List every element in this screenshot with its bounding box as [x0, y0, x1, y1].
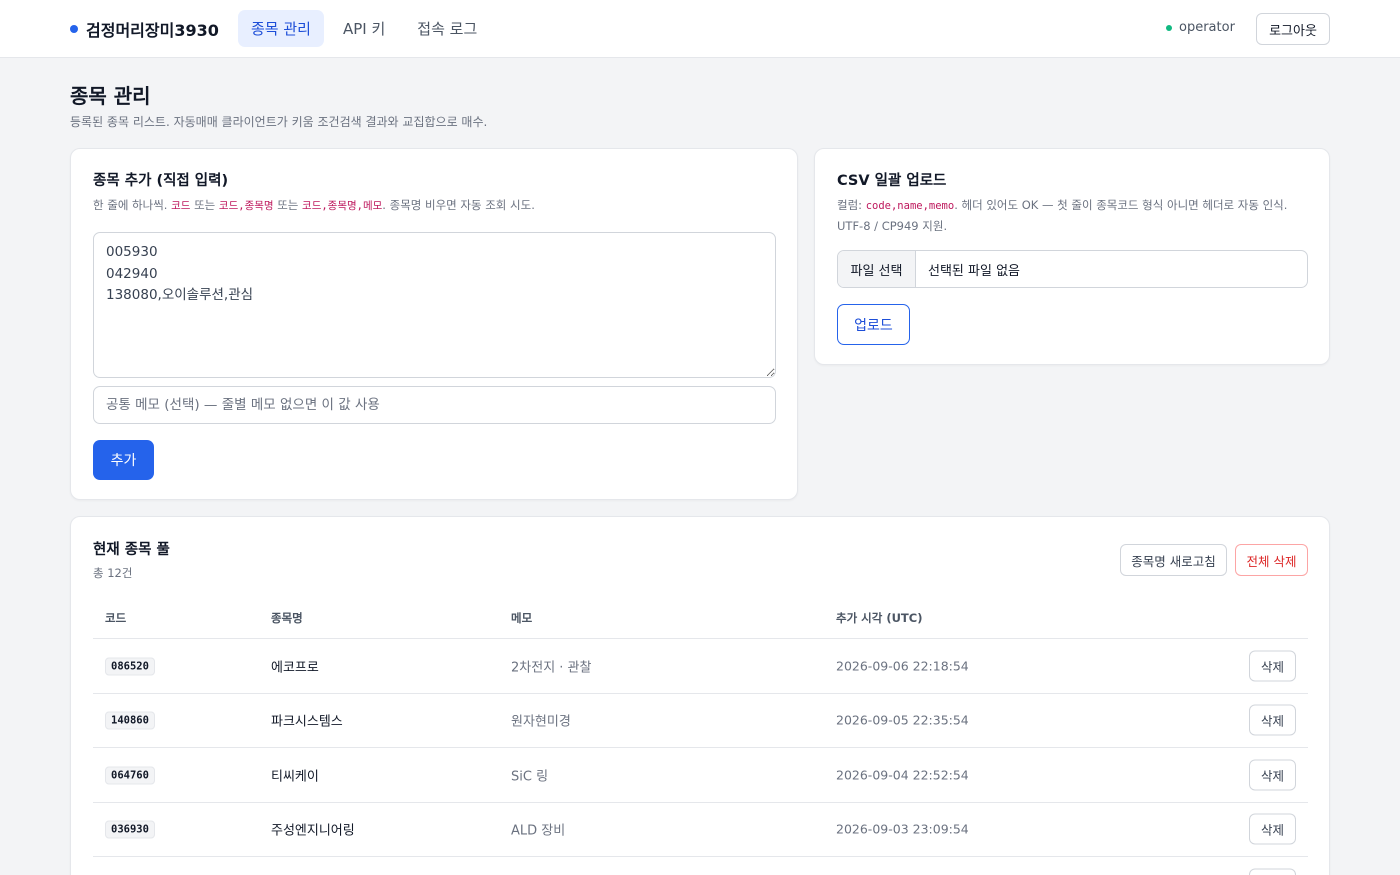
stock-name: 파크시스템스: [271, 714, 343, 730]
code-cell: 086520: [105, 657, 155, 676]
user-name: operator: [1179, 20, 1235, 35]
added-time: 2026-09-05 22:35:54: [836, 712, 969, 728]
tab-access-log[interactable]: 접속 로그: [404, 10, 490, 47]
delete-all-button[interactable]: 전체 삭제: [1235, 544, 1308, 576]
column-header-memo: 메모: [511, 611, 533, 625]
help-format-code-name: 코드,종목명: [218, 200, 274, 212]
delete-row-button[interactable]: [1249, 868, 1296, 875]
delete-row-button[interactable]: 삭제: [1249, 704, 1296, 736]
added-time: 2026-09-04 22:52:54: [836, 767, 969, 783]
codes-textarea[interactable]: 005930 042940 138080,오이솔루션,관심: [93, 232, 776, 378]
stock-code: 140860: [105, 711, 155, 730]
upload-button[interactable]: 업로드: [837, 304, 910, 345]
code-cell: 036930: [105, 820, 155, 839]
tab-api-keys[interactable]: API 키: [330, 10, 398, 47]
tab-stock-management[interactable]: 종목 관리: [238, 10, 324, 47]
brand-name: 검정머리장미3930: [86, 21, 219, 40]
added-time: 2026-09-03 23:09:54: [836, 821, 969, 837]
main-nav: 종목 관리 API 키 접속 로그: [238, 10, 490, 47]
online-status-icon: [1166, 24, 1172, 31]
help-format-code: 코드: [171, 200, 191, 212]
add-card-title: 종목 추가 (직접 입력): [93, 173, 229, 189]
help-format-code-name-memo: 코드,종목명,메모: [302, 200, 383, 212]
stock-memo: ALD 장비: [511, 823, 566, 839]
delete-row-button[interactable]: 삭제: [1249, 650, 1296, 682]
stock-pool-card: 현재 종목 풀 총 12건 종목명 새로고침 전체 삭제 코드 종목명 메모 추…: [70, 516, 1330, 875]
add-card-help: 한 줄에 하나씩. 코드 또는 코드,종목명 또는 코드,종목명,메모. 종목명…: [93, 195, 535, 216]
page-subtitle: 등록된 종목 리스트. 자동매매 클라이언트가 키움 조건검색 결과와 교집합으…: [70, 115, 488, 129]
stock-name: 주성엔지니어링: [271, 823, 355, 839]
delete-row-button[interactable]: 삭제: [1249, 813, 1296, 845]
help-text: . 헤더 있어도 OK — 첫 줄이 종목코드 형식 아니면 헤더로 자동 인식…: [954, 198, 1288, 212]
added-time: 2026-09-06 22:18:54: [836, 658, 969, 674]
stock-code: 086520: [105, 657, 155, 676]
user-status: operator: [1166, 20, 1235, 35]
stock-memo: 원자현미경: [511, 714, 571, 730]
add-stock-card: 종목 추가 (직접 입력) 한 줄에 하나씩. 코드 또는 코드,종목명 또는 …: [70, 148, 798, 500]
help-text: 또는: [277, 198, 299, 212]
help-encoding-text: UTF-8 / CP949 지원.: [837, 219, 948, 233]
code-cell: 140860: [105, 711, 155, 730]
stock-name: 에코프로: [271, 660, 319, 676]
stock-name: 티씨케이: [271, 769, 319, 785]
table-row: 036930 주성엔지니어링 ALD 장비 2026-09-03 23:09:5…: [93, 803, 1308, 857]
pool-count: 총 12건: [93, 566, 133, 580]
brand[interactable]: 검정머리장미3930: [70, 17, 219, 41]
page-title: 종목 관리: [70, 84, 151, 108]
help-text: . 종목명 비우면 자동 조회 시도.: [382, 198, 535, 212]
top-bar: 검정머리장미3930 종목 관리 API 키 접속 로그 operator 로그…: [0, 0, 1400, 58]
help-columns-code: code,name,memo: [865, 200, 955, 212]
add-button[interactable]: 추가: [93, 440, 154, 480]
code-cell: 064760: [105, 766, 155, 785]
csv-card-title: CSV 일괄 업로드: [837, 173, 947, 189]
stock-memo: SiC 링: [511, 769, 549, 785]
stock-memo: 2차전지 · 관찰: [511, 660, 592, 676]
refresh-names-button[interactable]: 종목명 새로고침: [1120, 544, 1227, 576]
column-header-added-time: 추가 시각 (UTC): [836, 611, 923, 625]
logout-button[interactable]: 로그아웃: [1256, 13, 1330, 45]
table-row: 086520 에코프로 2차전지 · 관찰 2026-09-06 22:18:5…: [93, 639, 1308, 694]
pool-title: 현재 종목 풀: [93, 542, 170, 558]
help-text: 한 줄에 하나씩.: [93, 198, 168, 212]
help-text: 또는: [194, 198, 216, 212]
delete-row-button[interactable]: 삭제: [1249, 759, 1296, 791]
table-header: 코드 종목명 메모 추가 시각 (UTC): [93, 595, 1308, 639]
file-picker[interactable]: 파일 선택 선택된 파일 없음: [837, 250, 1308, 288]
common-memo-input[interactable]: [93, 386, 776, 424]
stock-code: 064760: [105, 766, 155, 785]
help-text: 컬럼:: [837, 198, 863, 212]
stock-code: 036930: [105, 820, 155, 839]
table-row: [93, 857, 1308, 875]
brand-dot-icon: [70, 25, 78, 33]
column-header-code: 코드: [105, 611, 127, 625]
table-row: 064760 티씨케이 SiC 링 2026-09-04 22:52:54 삭제: [93, 748, 1308, 803]
csv-upload-card: CSV 일괄 업로드 컬럼: code,name,memo. 헤더 있어도 OK…: [814, 148, 1330, 365]
table-row: 140860 파크시스템스 원자현미경 2026-09-05 22:35:54 …: [93, 694, 1308, 748]
column-header-name: 종목명: [271, 611, 303, 625]
stock-table: 코드 종목명 메모 추가 시각 (UTC) 086520 에코프로 2차전지 ·…: [93, 595, 1308, 875]
file-status: 선택된 파일 없음: [928, 263, 1020, 279]
choose-file-button[interactable]: 파일 선택: [838, 251, 916, 287]
csv-card-help: 컬럼: code,name,memo. 헤더 있어도 OK — 첫 줄이 종목코…: [837, 195, 1307, 236]
